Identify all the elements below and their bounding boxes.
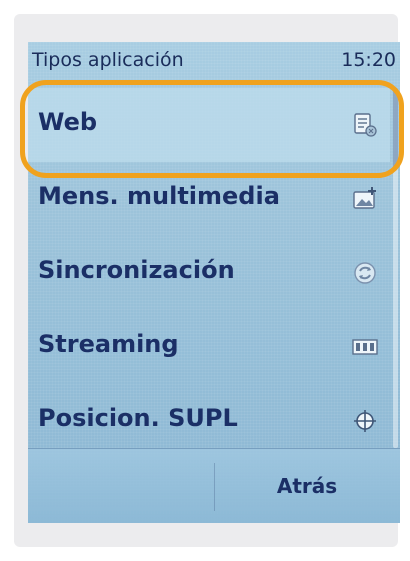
left-softkey[interactable]: [28, 449, 214, 523]
multimedia-message-icon: [352, 186, 378, 212]
scrollbar[interactable]: [393, 88, 398, 448]
sync-icon: [352, 260, 378, 286]
scrollbar-thumb[interactable]: [393, 88, 398, 168]
list-item-web[interactable]: Web: [28, 88, 390, 162]
crosshair-icon: [352, 408, 378, 434]
status-bar: Tipos aplicación 15:20: [28, 42, 400, 80]
list-item-streaming[interactable]: Streaming: [28, 310, 390, 384]
clock: 15:20: [341, 49, 396, 71]
screen-title: Tipos aplicación: [32, 49, 184, 71]
list-item-label: Mens. multimedia: [38, 182, 280, 210]
softkey-bar: Atrás: [28, 448, 400, 523]
film-strip-icon: [352, 334, 378, 360]
application-type-list: Web Mens. multimedia Sincronización Stre…: [28, 88, 400, 458]
list-item-supl[interactable]: Posicion. SUPL: [28, 384, 390, 458]
list-item-multimedia[interactable]: Mens. multimedia: [28, 162, 390, 236]
list-item-label: Streaming: [38, 330, 179, 358]
list-item-sync[interactable]: Sincronización: [28, 236, 390, 310]
web-page-icon: [352, 112, 378, 138]
list-item-label: Web: [38, 108, 98, 136]
list-item-label: Sincronización: [38, 256, 235, 284]
phone-screen: Tipos aplicación 15:20 Web Mens. multime…: [28, 42, 400, 523]
back-softkey[interactable]: Atrás: [214, 449, 400, 523]
list-item-label: Posicion. SUPL: [38, 404, 238, 432]
